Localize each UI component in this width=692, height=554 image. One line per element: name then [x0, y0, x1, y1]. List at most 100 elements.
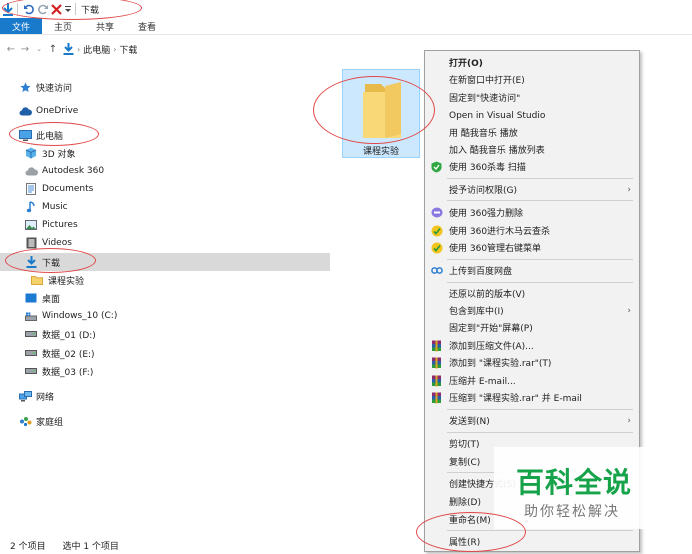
- sidebar-item-drive-d[interactable]: 数据_01 (D:): [0, 325, 330, 343]
- menu-item-kuwo-play[interactable]: 用 酷我音乐 播放: [425, 124, 639, 141]
- breadcrumb-downloads[interactable]: 下载: [119, 43, 137, 56]
- menu-item-include-library[interactable]: 包含到库中(I) ›: [425, 302, 639, 319]
- delete-x-icon[interactable]: [51, 1, 62, 17]
- winrar-icon: [430, 339, 443, 352]
- breadcrumb-this-pc[interactable]: 此电脑: [83, 43, 110, 56]
- sidebar-item-desktop[interactable]: 桌面: [0, 289, 330, 307]
- menu-item-grant-access[interactable]: 授予访问权限(G) ›: [425, 181, 639, 198]
- sidebar-item-course-lab[interactable]: 课程实验: [0, 271, 330, 289]
- location-download-icon: [63, 43, 74, 55]
- menu-item-label: 添加到 "课程实验.rar"(T): [449, 359, 552, 369]
- status-bar: 2 个项目 选中 1 个项目: [10, 539, 133, 552]
- sidebar-item-label: 课程实验: [48, 276, 85, 287]
- download-arrow-icon[interactable]: [2, 1, 14, 17]
- sidebar-item-autodesk-360[interactable]: Autodesk 360: [0, 162, 330, 180]
- menu-item-kuwo-playlist[interactable]: 加入 酷我音乐 播放列表: [425, 141, 639, 158]
- menu-item-open-new-window[interactable]: 在新窗口中打开(E): [425, 71, 639, 88]
- menu-item-properties[interactable]: 属性(R): [425, 533, 639, 550]
- sidebar-item-drive-c[interactable]: Windows_10 (C:): [0, 307, 330, 325]
- menu-item-pin-start[interactable]: 固定到"开始"屏幕(P): [425, 319, 639, 336]
- undo-icon[interactable]: [23, 1, 35, 17]
- sidebar-item-videos[interactable]: Videos: [0, 234, 330, 252]
- folder-label: 课程实验: [362, 147, 399, 157]
- sidebar-item-drive-f[interactable]: 数据_03 (F:): [0, 362, 330, 380]
- drive-icon: [24, 346, 38, 360]
- sidebar-item-label: 家庭组: [36, 417, 64, 428]
- sidebar-item-3d-objects[interactable]: 3D 对象: [0, 144, 330, 162]
- menu-item-pin-quick-access[interactable]: 固定到"快速访问": [425, 89, 639, 106]
- sidebar-item-downloads[interactable]: 下载: [0, 253, 330, 271]
- menu-item-label: 使用 360管理右键菜单: [449, 244, 542, 254]
- menu-item-compress-rar-email[interactable]: 压缩到 "课程实验.rar" 并 E-mail: [425, 389, 639, 406]
- menu-item-label: 使用 360进行木马云查杀: [449, 227, 551, 237]
- title-separator: [75, 3, 76, 15]
- menu-item-restore-versions[interactable]: 还原以前的版本(V): [425, 285, 639, 302]
- 360-delete-icon: [430, 206, 443, 219]
- folder-item-course-lab[interactable]: 课程实验: [342, 69, 420, 158]
- sidebar-item-label: 桌面: [42, 294, 61, 305]
- homegroup-icon: [18, 414, 32, 428]
- star-icon: [18, 80, 32, 94]
- winrar-icon: [430, 356, 443, 369]
- sidebar-item-label: Windows_10 (C:): [42, 311, 118, 321]
- music-icon: [24, 200, 38, 214]
- customize-dropdown-icon[interactable]: [64, 1, 72, 17]
- up-arrow-icon[interactable]: ↑: [46, 44, 60, 55]
- menu-separator: [447, 178, 633, 179]
- submenu-arrow-icon: ›: [627, 184, 631, 195]
- sidebar-item-label: OneDrive: [36, 106, 79, 116]
- pictures-icon: [24, 218, 38, 232]
- sidebar-item-this-pc[interactable]: 此电脑: [0, 126, 330, 144]
- menu-item-label: Open in Visual Studio: [449, 110, 546, 121]
- recent-chevron-down-icon[interactable]: ⌄: [32, 45, 46, 53]
- watermark-subtitle: 助你轻松解决: [524, 504, 620, 520]
- status-item-count: 2 个项目: [10, 542, 46, 552]
- large-folder-icon: [363, 82, 401, 138]
- tab-view[interactable]: 查看: [126, 18, 168, 34]
- menu-item-compress-email[interactable]: 压缩并 E-mail...: [425, 372, 639, 389]
- sidebar-item-network[interactable]: 网络: [0, 387, 330, 405]
- sidebar-item-drive-e[interactable]: 数据_02 (E:): [0, 344, 330, 362]
- menu-separator: [447, 432, 633, 433]
- sidebar-item-label: 3D 对象: [42, 149, 76, 160]
- menu-item-baidu-upload[interactable]: 上传到百度网盘: [425, 262, 639, 279]
- breadcrumb-separator-icon: ›: [77, 44, 81, 54]
- menu-item-add-to-rar[interactable]: 添加到 "课程实验.rar"(T): [425, 354, 639, 371]
- menu-item-open-visual-studio[interactable]: Open in Visual Studio: [425, 107, 639, 124]
- sidebar-item-onedrive[interactable]: OneDrive: [0, 102, 330, 120]
- menu-item-open[interactable]: 打开(O): [425, 54, 639, 71]
- menu-item-360-trojan-scan[interactable]: 使用 360进行木马云查杀: [425, 222, 639, 239]
- menu-item-label: 固定到"开始"屏幕(P): [449, 324, 533, 334]
- tab-home[interactable]: 主页: [42, 18, 84, 34]
- menu-item-add-archive[interactable]: 添加到压缩文件(A)...: [425, 337, 639, 354]
- menu-item-360-manage-menu[interactable]: 使用 360管理右键菜单: [425, 239, 639, 256]
- sidebar-item-documents[interactable]: Documents: [0, 180, 330, 198]
- menu-item-send-to[interactable]: 发送到(N) ›: [425, 412, 639, 429]
- tab-share[interactable]: 共享: [84, 18, 126, 34]
- menu-item-label: 使用 360杀毒 扫描: [449, 163, 526, 173]
- tab-file[interactable]: 文件: [0, 18, 43, 34]
- sidebar-item-label: Music: [42, 202, 68, 212]
- document-icon: [24, 182, 38, 196]
- 360-guard-icon: [430, 224, 443, 237]
- sidebar-item-music[interactable]: Music: [0, 198, 330, 216]
- menu-item-label: 授予访问权限(G): [449, 186, 517, 196]
- sidebar-item-label: Autodesk 360: [42, 166, 105, 176]
- title-bar: 下载: [0, 0, 692, 18]
- forward-arrow-icon[interactable]: →: [18, 44, 32, 55]
- 360-guard-icon: [430, 241, 443, 254]
- sidebar-item-quick-access[interactable]: 快速访问: [0, 78, 330, 96]
- redo-icon[interactable]: [37, 1, 49, 17]
- back-arrow-icon[interactable]: ←: [4, 44, 18, 55]
- cloud-icon: [18, 104, 32, 118]
- sidebar-item-pictures[interactable]: Pictures: [0, 216, 330, 234]
- sidebar-item-label: 快速访问: [36, 83, 73, 94]
- menu-item-360-scan[interactable]: 使用 360杀毒 扫描: [425, 158, 639, 175]
- download-icon: [24, 255, 38, 269]
- menu-item-label: 上传到百度网盘: [449, 267, 513, 277]
- menu-separator: [447, 409, 633, 410]
- menu-item-label: 压缩并 E-mail...: [449, 377, 516, 387]
- menu-item-360-force-delete[interactable]: 使用 360强力删除: [425, 204, 639, 221]
- sidebar-item-homegroup[interactable]: 家庭组: [0, 412, 330, 430]
- menu-item-label: 固定到"快速访问": [449, 94, 521, 104]
